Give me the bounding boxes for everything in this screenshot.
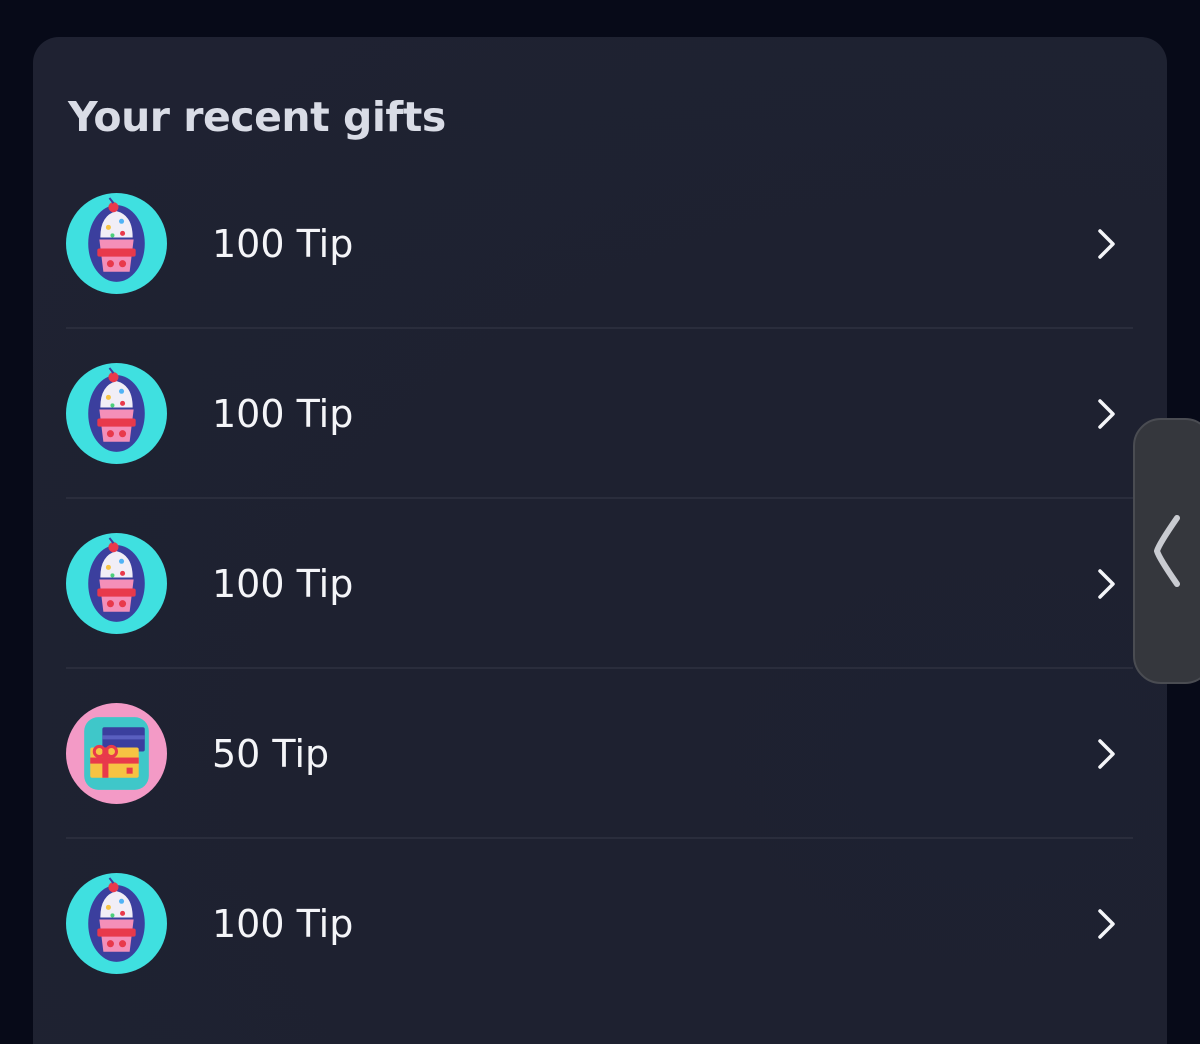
gift-label: 100 Tip <box>212 222 354 266</box>
gift-label: 100 Tip <box>212 562 354 606</box>
gift-row[interactable]: 100 Tip <box>66 347 1133 517</box>
gift-label: 100 Tip <box>212 392 354 436</box>
cupcake-icon <box>66 533 167 634</box>
chevron-right-icon[interactable] <box>1093 227 1119 261</box>
chevron-right-icon[interactable] <box>1093 397 1119 431</box>
gift-row[interactable]: 50 Tip <box>66 687 1133 857</box>
cupcake-icon <box>66 193 167 294</box>
gift-box-icon <box>66 703 167 804</box>
screen: Your recent gifts 100 Tip 100 Tip 100 Ti… <box>0 0 1200 1044</box>
gift-row[interactable]: 100 Tip <box>66 857 1133 1027</box>
chevron-left-icon <box>1154 515 1180 587</box>
cupcake-icon <box>66 363 167 464</box>
chevron-right-icon[interactable] <box>1093 567 1119 601</box>
row-divider <box>66 497 1133 499</box>
gift-label: 100 Tip <box>212 902 354 946</box>
gift-list: 100 Tip 100 Tip 100 Tip 50 Tip 100 Tip <box>66 177 1133 1027</box>
row-divider <box>66 837 1133 839</box>
row-divider <box>66 667 1133 669</box>
chevron-right-icon[interactable] <box>1093 907 1119 941</box>
cupcake-icon <box>66 873 167 974</box>
card-title: Your recent gifts <box>68 93 446 141</box>
gift-label: 50 Tip <box>212 732 330 776</box>
gift-row[interactable]: 100 Tip <box>66 177 1133 347</box>
recent-gifts-card: Your recent gifts 100 Tip 100 Tip 100 Ti… <box>33 37 1167 1044</box>
chevron-right-icon[interactable] <box>1093 737 1119 771</box>
row-divider <box>66 327 1133 329</box>
side-panel-handle[interactable] <box>1133 418 1200 684</box>
gift-row[interactable]: 100 Tip <box>66 517 1133 687</box>
